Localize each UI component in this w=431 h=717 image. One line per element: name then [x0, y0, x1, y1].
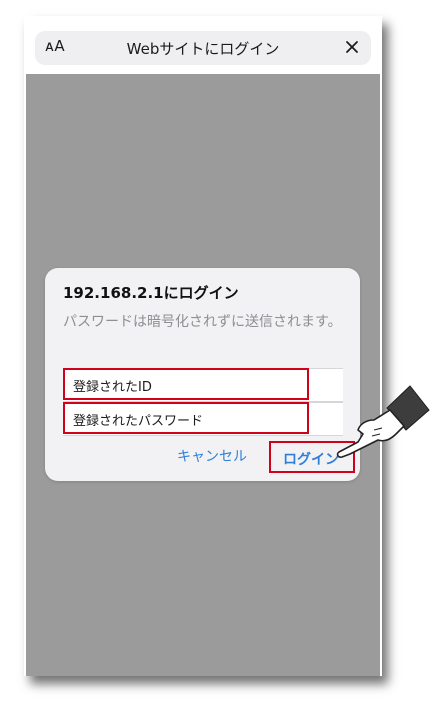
password-field[interactable]: 登録されたパスワード [63, 402, 343, 436]
password-value: 登録されたパスワード [73, 414, 204, 429]
dialog-title: 192.168.2.1にログイン [63, 284, 239, 302]
cancel-button[interactable]: キャンセル [177, 446, 247, 466]
close-button[interactable] [342, 35, 362, 59]
dialog-message: パスワードは暗号化されずに送信されます。 [63, 314, 342, 330]
username-value: 登録されたID [73, 380, 152, 395]
login-dialog: 192.168.2.1にログイン パスワードは暗号化されずに送信されます。 登録… [45, 268, 360, 481]
username-field[interactable]: 登録されたID [63, 368, 343, 402]
close-icon [342, 35, 362, 59]
address-bar: ᴀA Webサイトにログイン [35, 31, 371, 65]
screenshot-canvas: ᴀA Webサイトにログイン 192.168.2.1にログイン パスワードは暗号… [0, 0, 431, 717]
pointing-hand-icon [330, 384, 430, 464]
browser-toolbar: ᴀA Webサイトにログイン [24, 16, 382, 74]
page-title: Webサイトにログイン [126, 40, 280, 58]
